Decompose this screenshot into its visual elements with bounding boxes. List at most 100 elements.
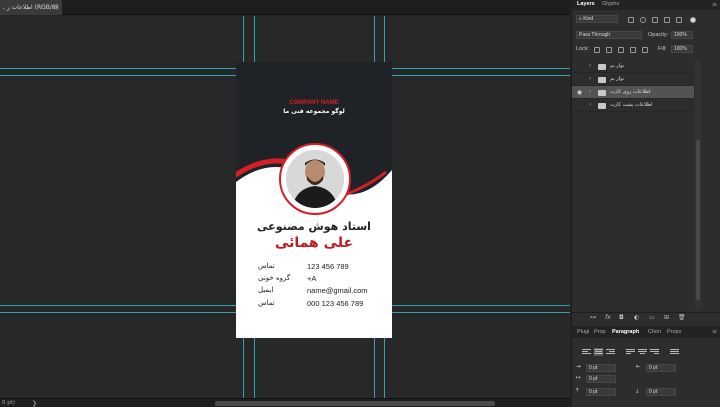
lock-image-icon[interactable] [606,47,612,53]
folder-icon[interactable]: ▭ [649,314,655,322]
lock-position-icon[interactable] [618,47,624,53]
layer-row-selected[interactable]: ◉ › اطلاعات روی کارت [572,86,694,99]
panel-menu-icon[interactable]: ≡ [712,0,717,9]
close-icon[interactable]: × [54,0,60,14]
layer-row[interactable]: › نوار بم [572,60,694,73]
new-layer-icon[interactable]: ⊞ [664,314,669,322]
panel-menu-icon[interactable]: ≡ [712,326,717,338]
justify-all-button[interactable] [670,348,679,356]
panel-tab-bar: Layers Glyphs ≡ [572,0,720,10]
filter-toggle-icon[interactable] [690,17,696,23]
space-before-field[interactable]: 0 pt [586,388,616,396]
fx-icon[interactable]: fx [605,314,611,322]
layers-scrollbar[interactable] [695,60,701,310]
align-center-button[interactable] [594,348,603,356]
info-value: 123 456 789 [307,262,349,271]
trash-icon[interactable]: 🗑 [678,314,686,322]
blend-mode-select[interactable]: Pass Through [576,31,642,39]
layers-panel: Layers Glyphs ≡ ⌕ Kind Pass Through Opac… [571,0,720,407]
status-zoom: 0 pt) [2,400,16,406]
card-info-row: تماس 000 123 456 789 [258,299,378,310]
job-title: استاد هوش مصنوعی [257,220,371,233]
first-line-indent-icon: ↦ [576,375,581,381]
indent-right-icon: ⇤ [636,364,641,370]
type-filter-icon[interactable] [652,17,658,23]
adjustment-icon[interactable]: ◐ [634,314,639,322]
layer-filter-row: ⌕ Kind [572,15,720,27]
company-name: COMPANY NAME [289,100,339,106]
layer-name: نوار بم [610,63,625,69]
blend-row: Pass Through Opacity: 100% [572,31,720,43]
link-icon[interactable]: ⊶ [590,314,596,322]
tab-paragraph[interactable]: Paragraph [612,326,639,338]
lock-transparent-icon[interactable] [594,47,600,53]
tab-properties[interactable]: Prop [594,326,606,338]
fill-field[interactable]: 100% [671,45,693,53]
lock-artboard-icon[interactable] [630,47,636,53]
tab-glyphs[interactable]: Glyphs [602,0,619,9]
indent-right-field[interactable]: 0 pt [646,364,676,372]
document-tab-bar: , اطلاعات ر (RGB/8) × [0,0,570,15]
tab-plugins[interactable]: Plugi [577,326,589,338]
opacity-label: Opacity: [648,32,669,38]
first-line-indent-field[interactable]: 0 pt [586,375,616,383]
chevron-right-icon[interactable]: › [589,62,591,69]
layer-name: اطلاعات پشت کارت [610,102,653,108]
info-label: گروه خونی [258,274,291,282]
space-after-icon: ⤓ [636,388,639,394]
visibility-toggle[interactable] [576,102,583,109]
space-after-field[interactable]: 0 pt [646,388,676,396]
profile-photo-frame [279,143,351,215]
info-value: name@gmail.com [307,286,368,295]
layer-row[interactable]: › اطلاعات پشت کارت [572,99,694,112]
lock-row: Lock: Fill: 100% [572,45,720,57]
chevron-right-icon[interactable]: › [589,75,591,82]
chevron-right-icon[interactable]: ❯ [32,399,37,407]
card-info-row: گروه خونی +A [258,274,378,285]
horizontal-scrollbar[interactable]: 0 pt) ❯ [0,398,570,407]
align-left-button[interactable] [582,348,591,356]
lock-all-icon[interactable] [642,47,648,53]
folder-icon [598,77,606,83]
document-tab[interactable]: , اطلاعات ر (RGB/8) × [0,0,62,15]
indent-left-icon: ⇥ [576,364,581,370]
photoshop-window: , اطلاعات ر (RGB/8) × COMPANY NAME لوگو … [0,0,720,407]
info-value: +A [307,274,317,283]
person-name: علی همائی [274,235,354,251]
visibility-toggle[interactable] [576,76,583,83]
tab-layers[interactable]: Layers [577,0,595,9]
mask-icon[interactable]: ◘ [619,314,624,322]
info-value: 000 123 456 789 [307,299,364,308]
indent-left-field[interactable]: 0 pt [586,364,616,372]
folder-icon [598,103,606,109]
kind-filter-select[interactable]: ⌕ Kind [576,15,618,23]
lock-label: Lock: [576,46,590,52]
eye-icon[interactable]: ◉ [576,89,583,96]
visibility-toggle[interactable] [576,63,583,70]
layer-name: اطلاعات روی کارت [610,89,651,95]
shape-filter-icon[interactable] [664,17,670,23]
justify-right-button[interactable] [650,348,659,356]
justify-left-button[interactable] [626,348,635,356]
smart-object-filter-icon[interactable] [676,17,682,23]
space-before-icon: ⤒ [576,388,579,394]
image-filter-icon[interactable] [628,17,634,23]
align-right-button[interactable] [606,348,615,356]
scrollbar-thumb[interactable] [215,401,495,406]
profile-photo [286,150,344,208]
justify-center-button[interactable] [638,348,647,356]
adjustment-filter-icon[interactable] [640,17,646,23]
document-canvas[interactable]: COMPANY NAME لوگو مجموعه فنی ما استاد هو… [0,16,570,398]
scrollbar-thumb[interactable] [696,140,700,300]
info-label: تماس [258,299,275,307]
chevron-right-icon[interactable]: › [589,101,591,108]
opacity-field[interactable]: 100% [671,31,693,39]
document-tab-title: , اطلاعات ر (RGB/8) [3,4,59,11]
tab-character[interactable]: Chon [648,326,661,338]
business-card[interactable]: COMPANY NAME لوگو مجموعه فنی ما استاد هو… [236,62,392,338]
layer-name: نوار بم [610,76,625,82]
paragraph-panel-tabs: Plugi Prop Paragraph Chon Props ≡ [572,326,720,338]
layer-row[interactable]: › نوار بم [572,73,694,86]
chevron-right-icon[interactable]: › [589,88,591,95]
tab-props[interactable]: Props [667,326,681,338]
